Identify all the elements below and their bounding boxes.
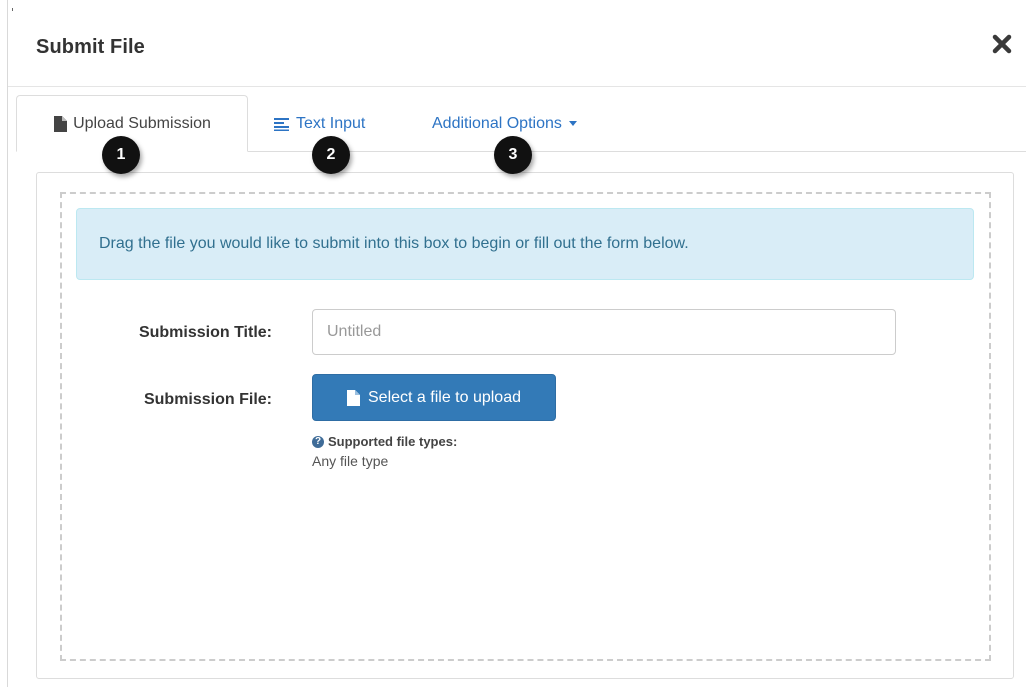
select-file-button-label: Select a file to upload bbox=[368, 388, 521, 406]
close-icon[interactable] bbox=[990, 32, 1014, 56]
drop-instructions: Drag the file you would like to submit i… bbox=[76, 208, 974, 280]
modal-title: Submit File bbox=[36, 36, 145, 58]
help-icon[interactable]: ? bbox=[312, 435, 324, 448]
file-drop-zone[interactable]: Drag the file you would like to submit i… bbox=[60, 192, 991, 661]
supported-types-heading: ? Supported file types: bbox=[312, 434, 457, 449]
text-lines-icon bbox=[274, 117, 289, 131]
upload-panel: Drag the file you would like to submit i… bbox=[36, 172, 1014, 679]
tab-additional-options-label: Additional Options bbox=[432, 114, 562, 132]
header-divider bbox=[8, 86, 1026, 87]
callout-badge-3: 3 bbox=[494, 136, 532, 174]
document-icon bbox=[54, 115, 68, 132]
submission-title-label: Submission Title: bbox=[138, 324, 272, 341]
corner-mark bbox=[12, 8, 13, 11]
supported-types-value: Any file type bbox=[312, 453, 389, 469]
callout-badge-2: 2 bbox=[312, 136, 350, 174]
document-icon bbox=[347, 389, 360, 406]
tab-text-input-label: Text Input bbox=[296, 114, 366, 132]
window-left-edge bbox=[7, 0, 8, 687]
callout-badge-1: 1 bbox=[102, 136, 140, 174]
submission-title-input[interactable] bbox=[312, 309, 896, 355]
caret-down-icon bbox=[568, 121, 577, 126]
supported-types-heading-label: Supported file types: bbox=[328, 434, 458, 449]
submission-file-label: Submission File: bbox=[143, 391, 272, 408]
select-file-button[interactable]: Select a file to upload bbox=[312, 374, 556, 421]
tab-upload-submission-label: Upload Submission bbox=[73, 114, 211, 132]
